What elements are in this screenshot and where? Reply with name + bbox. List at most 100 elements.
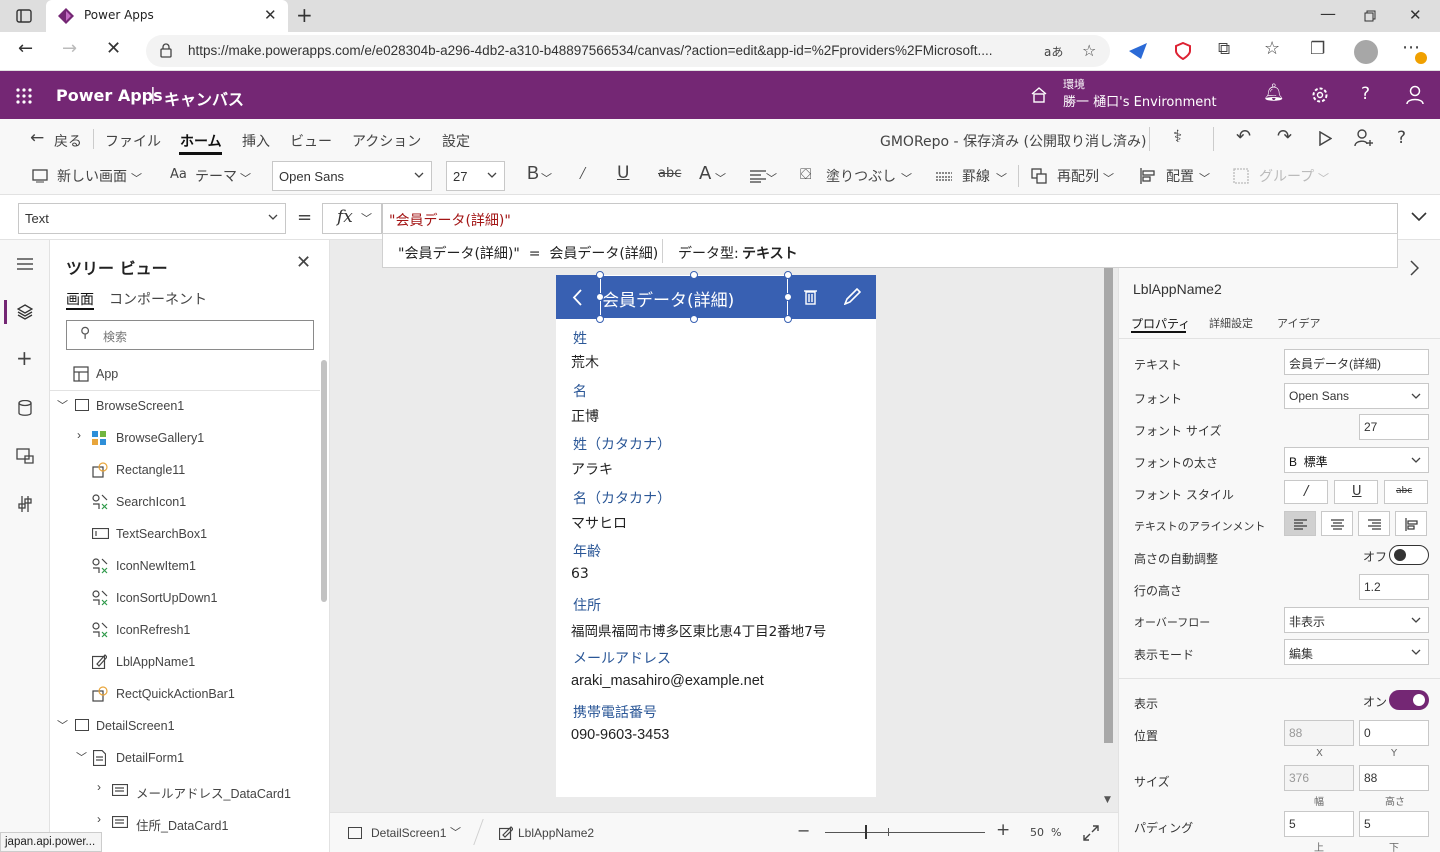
help-question-icon[interactable]: ? xyxy=(1397,128,1406,148)
close-tab-icon[interactable]: ✕ xyxy=(264,6,277,24)
browser-tab[interactable]: Power Apps ✕ xyxy=(46,0,288,32)
fit-to-window-icon[interactable] xyxy=(1083,825,1099,841)
tree-item-rectangle11[interactable]: Rectangle11 xyxy=(50,454,320,486)
media-icon[interactable] xyxy=(16,448,34,464)
resize-handle[interactable] xyxy=(690,315,698,323)
menu-settings[interactable]: 設定 xyxy=(442,131,470,151)
tab-components[interactable]: コンポーネント xyxy=(109,289,207,309)
scroll-down-arrow-icon[interactable]: ▼ xyxy=(1104,795,1111,805)
height-input[interactable]: 88 xyxy=(1359,765,1429,791)
new-tab-icon[interactable]: + xyxy=(296,3,313,27)
align-justify-button[interactable] xyxy=(1395,511,1427,536)
tree-search-input[interactable]: ⚲ 検索 xyxy=(66,320,314,350)
back-icon[interactable]: ← xyxy=(18,38,33,59)
advanced-tools-icon[interactable] xyxy=(18,495,32,513)
menu-file[interactable]: ファイル xyxy=(105,131,161,151)
extensions-icon[interactable]: ⧉ xyxy=(1218,39,1230,59)
font-select[interactable]: Open Sans xyxy=(272,161,432,191)
tree-item-searchicon1[interactable]: SearchIcon1 xyxy=(50,486,320,518)
align-left-button[interactable] xyxy=(1284,511,1316,536)
back-button[interactable]: 戻る xyxy=(54,131,82,151)
underline-icon[interactable]: U xyxy=(617,163,629,183)
autoheight-toggle[interactable] xyxy=(1389,545,1429,565)
undo-icon[interactable]: ↶ xyxy=(1236,126,1251,147)
collapse-panel-chevron-icon[interactable] xyxy=(1409,260,1419,276)
tree-item-iconrefresh1[interactable]: IconRefresh1 xyxy=(50,614,320,646)
hamburger-menu-icon[interactable] xyxy=(17,258,33,270)
delete-trash-icon[interactable] xyxy=(804,289,817,305)
favorites-icon[interactable]: ☆ xyxy=(1264,38,1280,59)
menu-view[interactable]: ビュー xyxy=(290,131,332,151)
theme-button[interactable]: テーマ xyxy=(195,166,237,186)
shield-extension-icon[interactable] xyxy=(1175,42,1191,60)
account-icon[interactable] xyxy=(1406,85,1424,105)
edit-pencil-icon[interactable] xyxy=(844,288,861,305)
share-user-icon[interactable] xyxy=(1354,129,1374,147)
font-weight-prop-select[interactable]: B 標準 xyxy=(1284,447,1429,473)
tab-advanced[interactable]: 詳細設定 xyxy=(1209,315,1253,331)
font-color-icon[interactable]: A xyxy=(699,163,711,184)
new-screen-button[interactable]: 新しい画面 xyxy=(57,166,127,186)
tree-item-app[interactable]: App xyxy=(50,358,320,390)
environment-name[interactable]: 勝一 樋口's Environment xyxy=(1063,91,1217,110)
redo-icon[interactable]: ↷ xyxy=(1277,126,1292,147)
resize-handle[interactable] xyxy=(784,315,792,323)
text-prop-input[interactable]: 会員データ(詳細) xyxy=(1284,349,1429,375)
fill-button[interactable]: 塗りつぶし xyxy=(826,166,896,186)
tree-item-browsegallery1[interactable]: › BrowseGallery1 xyxy=(50,422,320,454)
tab-properties[interactable]: プロパティ xyxy=(1131,315,1190,332)
tree-item-iconsortupdown1[interactable]: IconSortUpDown1 xyxy=(50,582,320,614)
back-arrow-icon[interactable]: ← xyxy=(30,128,44,148)
strikethrough-icon[interactable]: abc xyxy=(658,166,681,181)
url-field[interactable]: https://make.powerapps.com/e/e028304b-a2… xyxy=(146,35,1110,67)
resize-handle[interactable] xyxy=(784,293,792,301)
property-select[interactable]: Text xyxy=(18,203,286,234)
help-icon[interactable]: ? xyxy=(1361,84,1370,104)
function-button[interactable]: fx ﹀ xyxy=(322,203,382,234)
position-y-input[interactable]: 0 xyxy=(1359,720,1429,746)
forward-icon[interactable]: → xyxy=(62,38,77,59)
canvas-scrollbar[interactable] xyxy=(1104,268,1113,743)
settings-gear-icon[interactable] xyxy=(1311,86,1329,104)
menu-action[interactable]: アクション xyxy=(352,131,421,151)
tree-item-detailscreen1[interactable]: ﹀ DetailScreen1 xyxy=(50,710,320,742)
tab-ideas[interactable]: アイデア xyxy=(1277,315,1320,331)
font-size-select[interactable]: 27 xyxy=(446,161,505,191)
collections-icon[interactable]: ❐ xyxy=(1310,39,1325,59)
zoom-in-icon[interactable]: + xyxy=(996,820,1010,840)
read-aloud-icon[interactable]: aあ xyxy=(1044,43,1063,60)
tree-item-browsescreen1[interactable]: ﹀ BrowseScreen1 xyxy=(50,390,320,422)
app-launcher-icon[interactable] xyxy=(15,87,33,105)
resize-handle[interactable] xyxy=(596,315,604,323)
padding-top-input[interactable]: 5 xyxy=(1284,811,1354,837)
tree-item-iconnewitem1[interactable]: IconNewItem1 xyxy=(50,550,320,582)
resize-handle[interactable] xyxy=(596,271,604,279)
tree-item-detailform1[interactable]: ﹀ DetailForm1 xyxy=(50,742,320,774)
close-panel-icon[interactable]: ✕ xyxy=(296,252,311,273)
formula-input[interactable]: "会員データ(詳細)" xyxy=(382,203,1398,234)
font-size-prop-input[interactable]: 27 xyxy=(1359,414,1429,440)
resize-handle[interactable] xyxy=(784,271,792,279)
font-prop-select[interactable]: Open Sans xyxy=(1284,383,1429,409)
reorder-button[interactable]: 再配列 xyxy=(1057,166,1099,186)
expand-formula-icon[interactable] xyxy=(1410,211,1428,223)
tree-item-textsearchbox1[interactable]: TextSearchBox1 xyxy=(50,518,320,550)
resize-handle[interactable] xyxy=(596,293,604,301)
preview-play-icon[interactable] xyxy=(1319,131,1332,146)
align-button[interactable]: 配置 xyxy=(1166,166,1194,186)
italic-toggle[interactable]: / xyxy=(1284,480,1328,504)
menu-home[interactable]: ホーム xyxy=(180,131,222,151)
zoom-out-icon[interactable]: − xyxy=(797,821,810,840)
bold-icon[interactable]: B xyxy=(527,163,539,184)
line-height-prop-input[interactable]: 1.2 xyxy=(1359,574,1429,600)
notifications-icon[interactable]: 🔔︎ xyxy=(1263,83,1285,103)
align-center-button[interactable] xyxy=(1321,511,1353,536)
minimize-icon[interactable]: — xyxy=(1320,4,1336,23)
text-align-icon[interactable] xyxy=(750,169,766,183)
close-window-icon[interactable]: ✕ xyxy=(1409,6,1422,24)
align-right-button[interactable] xyxy=(1358,511,1390,536)
position-x-input[interactable]: 88 xyxy=(1284,720,1354,746)
data-icon[interactable] xyxy=(18,400,32,416)
underline-toggle[interactable]: U xyxy=(1334,480,1378,504)
resize-handle[interactable] xyxy=(690,271,698,279)
